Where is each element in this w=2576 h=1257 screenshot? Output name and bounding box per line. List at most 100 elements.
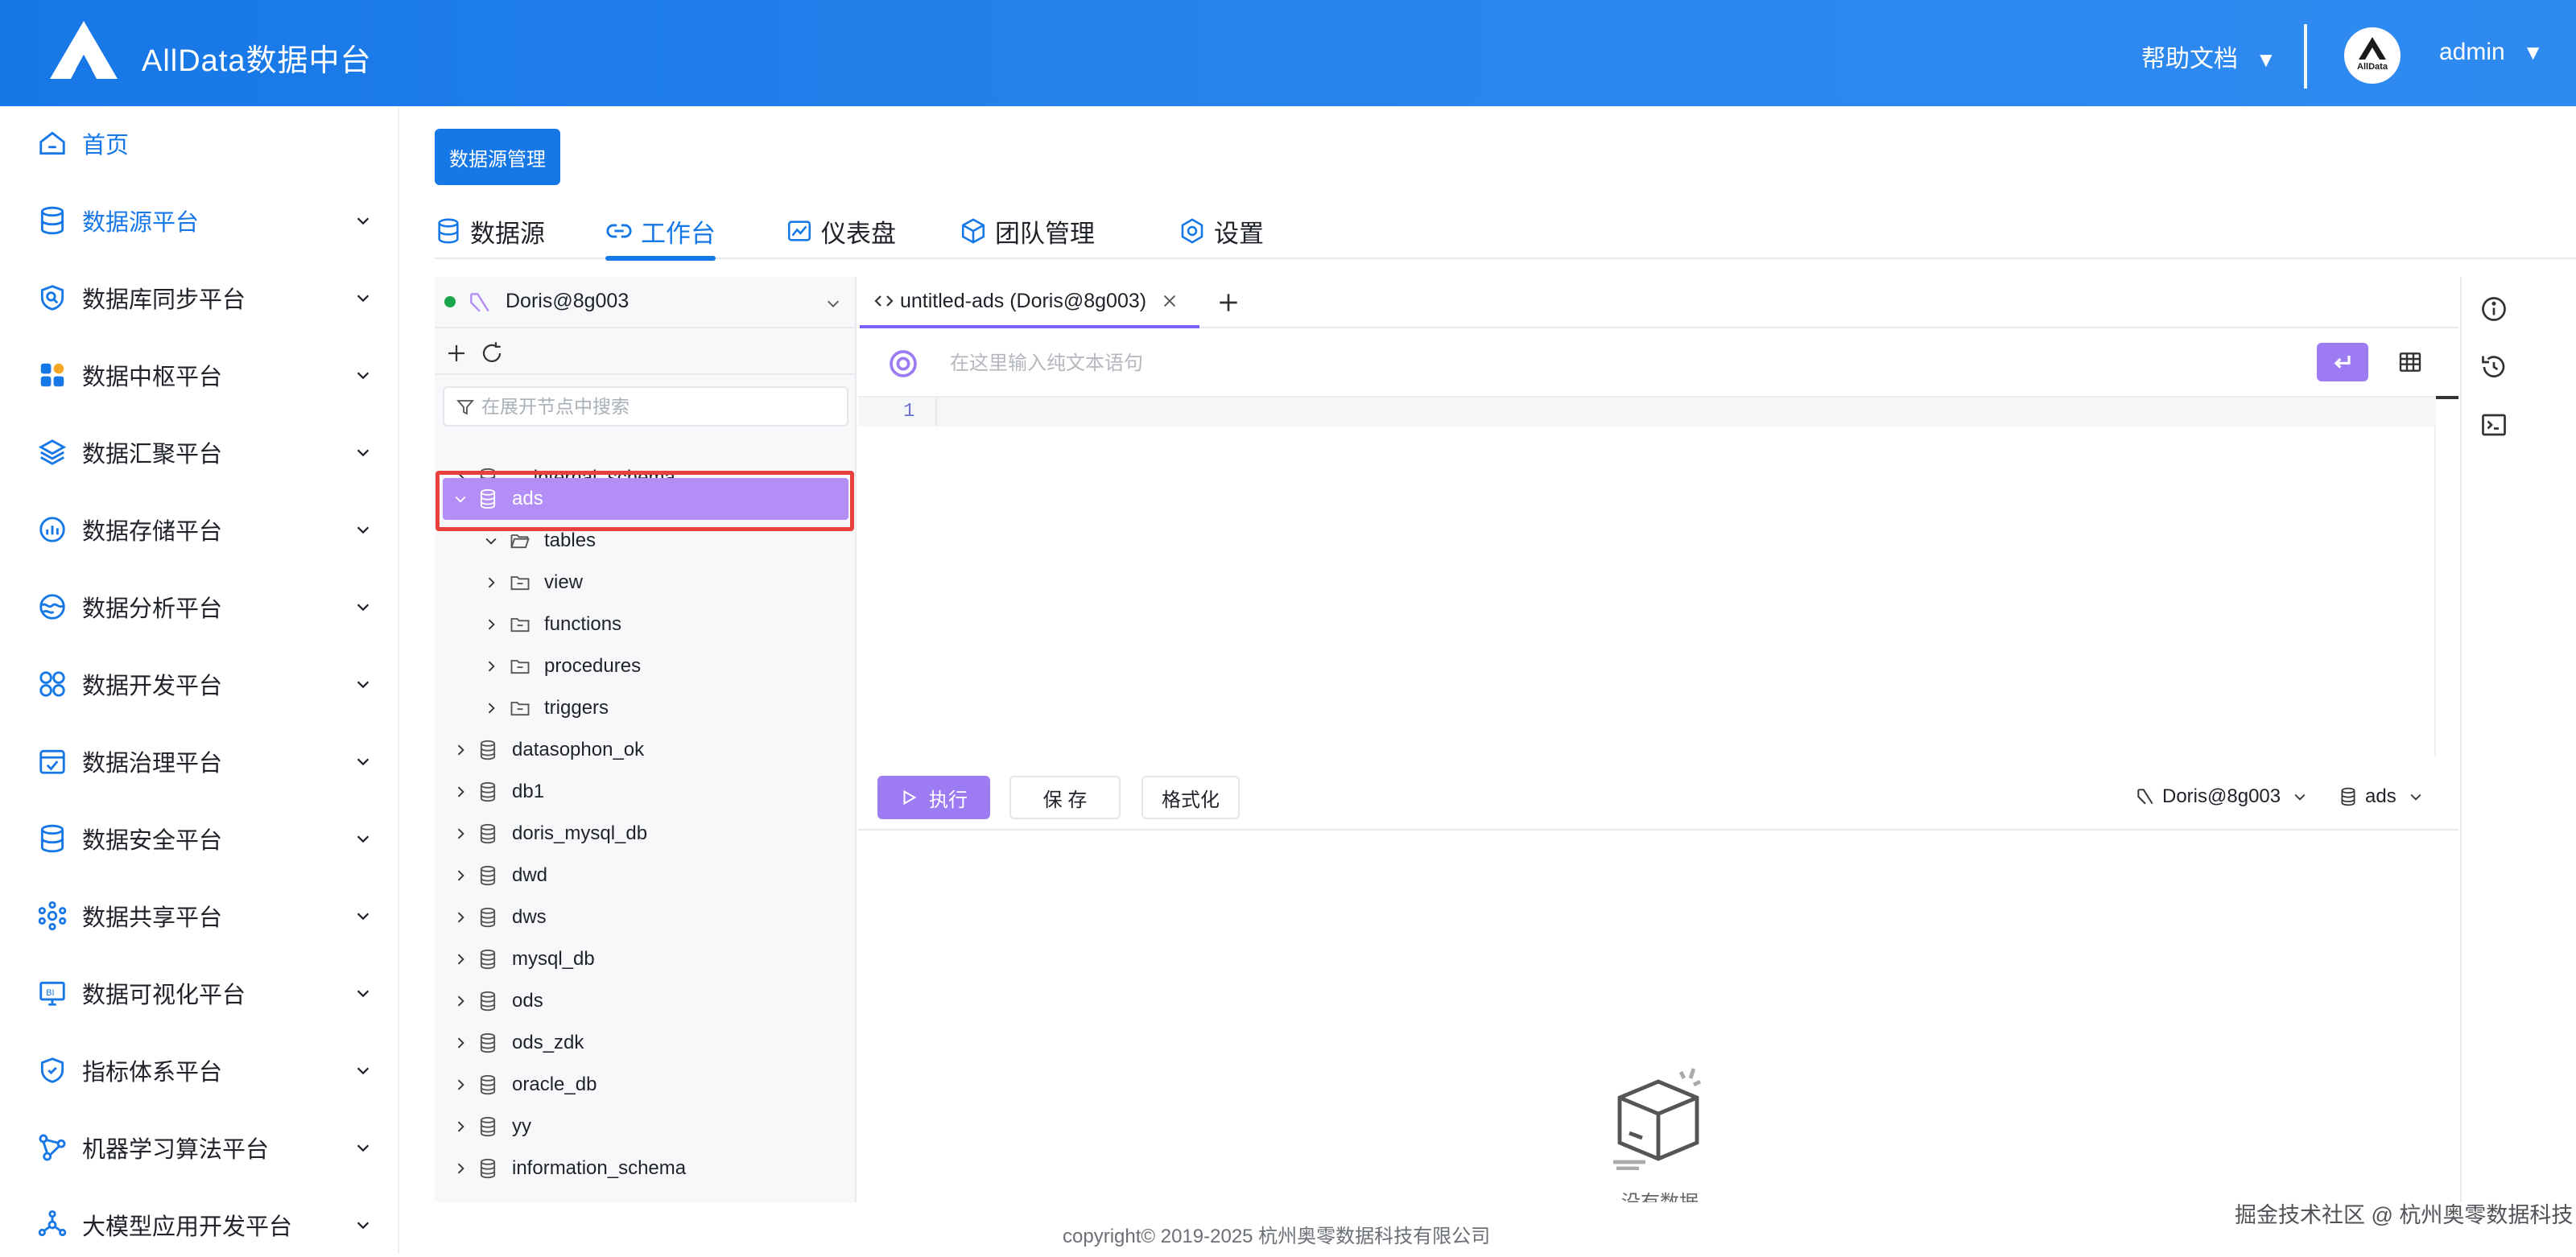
line-number: 1 [903,401,915,422]
folder-open-icon [510,534,530,549]
tab-datasource[interactable]: 数据源 [435,203,545,259]
refresh-icon[interactable] [480,341,504,365]
sidebar-item-llm[interactable]: 大模型应用开发平台 [0,1193,399,1257]
empty-text: 没有数据 [1621,1186,1699,1202]
run-button[interactable]: 执行 [877,776,990,819]
sidebar-item-visualization[interactable]: BI 数据可视化平台 [0,961,399,1025]
code-icon [874,295,894,307]
tree-node-procedures[interactable]: procedures [435,645,855,687]
sidebar-item-storage[interactable]: 数据存储平台 [0,497,399,562]
editor-scroll-marker [2436,396,2458,399]
database-icon [480,865,496,886]
format-button[interactable]: 格式化 [1141,776,1240,819]
sidebar-item-share[interactable]: 数据共享平台 [0,884,399,948]
database-icon [480,907,496,928]
share-icon [38,901,67,931]
tree-node-information-schema[interactable]: information_schema [435,1148,855,1189]
tree-node-doris-mysql-db[interactable]: doris_mysql_db [435,813,855,855]
tree-node-oracle-db[interactable]: oracle_db [435,1064,855,1106]
tree-node-datasophon-ok[interactable]: datasophon_ok [435,729,855,771]
save-button[interactable]: 保 存 [1009,776,1121,819]
sidebar-item-label: 指标体系平台 [82,1060,223,1086]
ai-assistant-icon[interactable] [887,348,919,380]
sidebar-item-governance[interactable]: 数据治理平台 [0,729,399,793]
exec-database-select[interactable]: ads [2338,784,2424,810]
add-tab-icon[interactable] [1216,290,1241,315]
tree-node-view[interactable]: view [435,562,855,604]
submit-nl-button[interactable] [2317,343,2368,381]
tree-node-functions[interactable]: functions [435,604,855,645]
table-icon[interactable] [2397,349,2423,375]
code-editor-line[interactable]: 1 [858,398,2436,427]
info-icon[interactable] [2479,295,2508,324]
tab-dashboard[interactable]: 仪表盘 [786,203,896,259]
tree-search-input[interactable] [480,393,842,420]
tree-search[interactable] [443,386,848,427]
ml-icon [39,1134,66,1161]
svg-text:BI: BI [46,988,54,998]
database-icon [438,218,459,244]
sidebar-item-label: 数据开发平台 [82,674,223,699]
history-icon[interactable] [2479,352,2508,381]
sidebar-item-label: 大模型应用开发平台 [82,1214,293,1240]
natural-language-input[interactable] [948,348,2236,380]
database-icon [40,206,64,235]
help-docs-menu[interactable]: 帮助文档 ▼ [2141,39,2277,74]
tab-team[interactable]: 团队管理 [960,203,1095,259]
sidebar-item-ml[interactable]: 机器学习算法平台 [0,1115,399,1180]
tab-label: 工作台 [641,219,716,248]
tree-node-label: triggers [544,697,609,719]
sidebar-item-label: 数据汇聚平台 [82,442,223,468]
home-icon [39,131,65,155]
sidebar-item-security[interactable]: 数据安全平台 [0,806,399,871]
sidebar-item-analysis[interactable]: 数据分析平台 [0,575,399,639]
explorer-toolbar [435,330,855,375]
sidebar-item-aggregation[interactable]: 数据汇聚平台 [0,420,399,484]
logo-icon[interactable] [48,19,119,80]
tree-node-yy[interactable]: yy [435,1106,855,1148]
exec-connection-select[interactable]: Doris@8g003 [2135,784,2308,810]
code-editor[interactable] [858,427,2436,756]
editor-tab-untitled-ads[interactable]: untitled-ads (Doris@8g003) [860,277,1200,328]
chevron-right-icon [457,1163,464,1174]
terminal-icon[interactable] [2479,410,2508,439]
close-icon[interactable] [1161,292,1179,310]
editor-gutter [935,398,937,427]
empty-box-icon [1613,1068,1702,1170]
user-name: admin [2439,39,2505,65]
sidebar-item-hub[interactable]: 数据中枢平台 [0,343,399,407]
tree-node-ods[interactable]: ods [435,980,855,1022]
tree-node-triggers[interactable]: triggers [435,687,855,729]
sidebar-item-label: 数据可视化平台 [82,983,246,1008]
chevron-down-icon [357,526,369,534]
tab-settings[interactable]: 设置 [1179,203,1264,259]
link-icon [606,224,632,238]
add-icon[interactable] [444,341,469,365]
sidebar-item-label: 数据共享平台 [82,905,223,931]
sidebar-item-dev[interactable]: 数据开发平台 [0,652,399,716]
chevron-down-icon [357,990,369,998]
tree-node-mysql-db[interactable]: mysql_db [435,938,855,980]
chevron-down-icon [357,835,369,843]
connection-selector[interactable]: Doris@8g003 [435,277,855,328]
tree-node-db1[interactable]: db1 [435,771,855,813]
sidebar-item-label: 首页 [82,133,130,159]
chevron-down-icon [357,604,369,612]
database-icon [480,1032,496,1053]
chevron-down-icon [2410,793,2421,801]
run-label: 执行 [929,789,968,811]
tree-node-dwd[interactable]: dwd [435,855,855,896]
tree-node-dws[interactable]: dws [435,896,855,938]
sidebar-item-metrics[interactable]: 指标体系平台 [0,1038,399,1102]
chevron-right-icon [488,703,495,714]
sidebar-item-db-sync[interactable]: 数据库同步平台 [0,266,399,330]
user-menu[interactable]: admin ▼ [2439,39,2543,66]
tab-workbench[interactable]: 工作台 [605,203,716,261]
chevron-down-icon [2294,793,2306,801]
tree-node-ods-zdk[interactable]: ods_zdk [435,1022,855,1064]
sidebar-item-datasource[interactable]: 数据源平台 [0,188,399,253]
avatar[interactable]: AllData [2344,27,2401,84]
datasource-manage-button[interactable]: 数据源管理 [435,129,560,185]
sidebar-item-home[interactable]: 首页 [0,111,399,175]
tree-node-label: yy [512,1115,531,1137]
